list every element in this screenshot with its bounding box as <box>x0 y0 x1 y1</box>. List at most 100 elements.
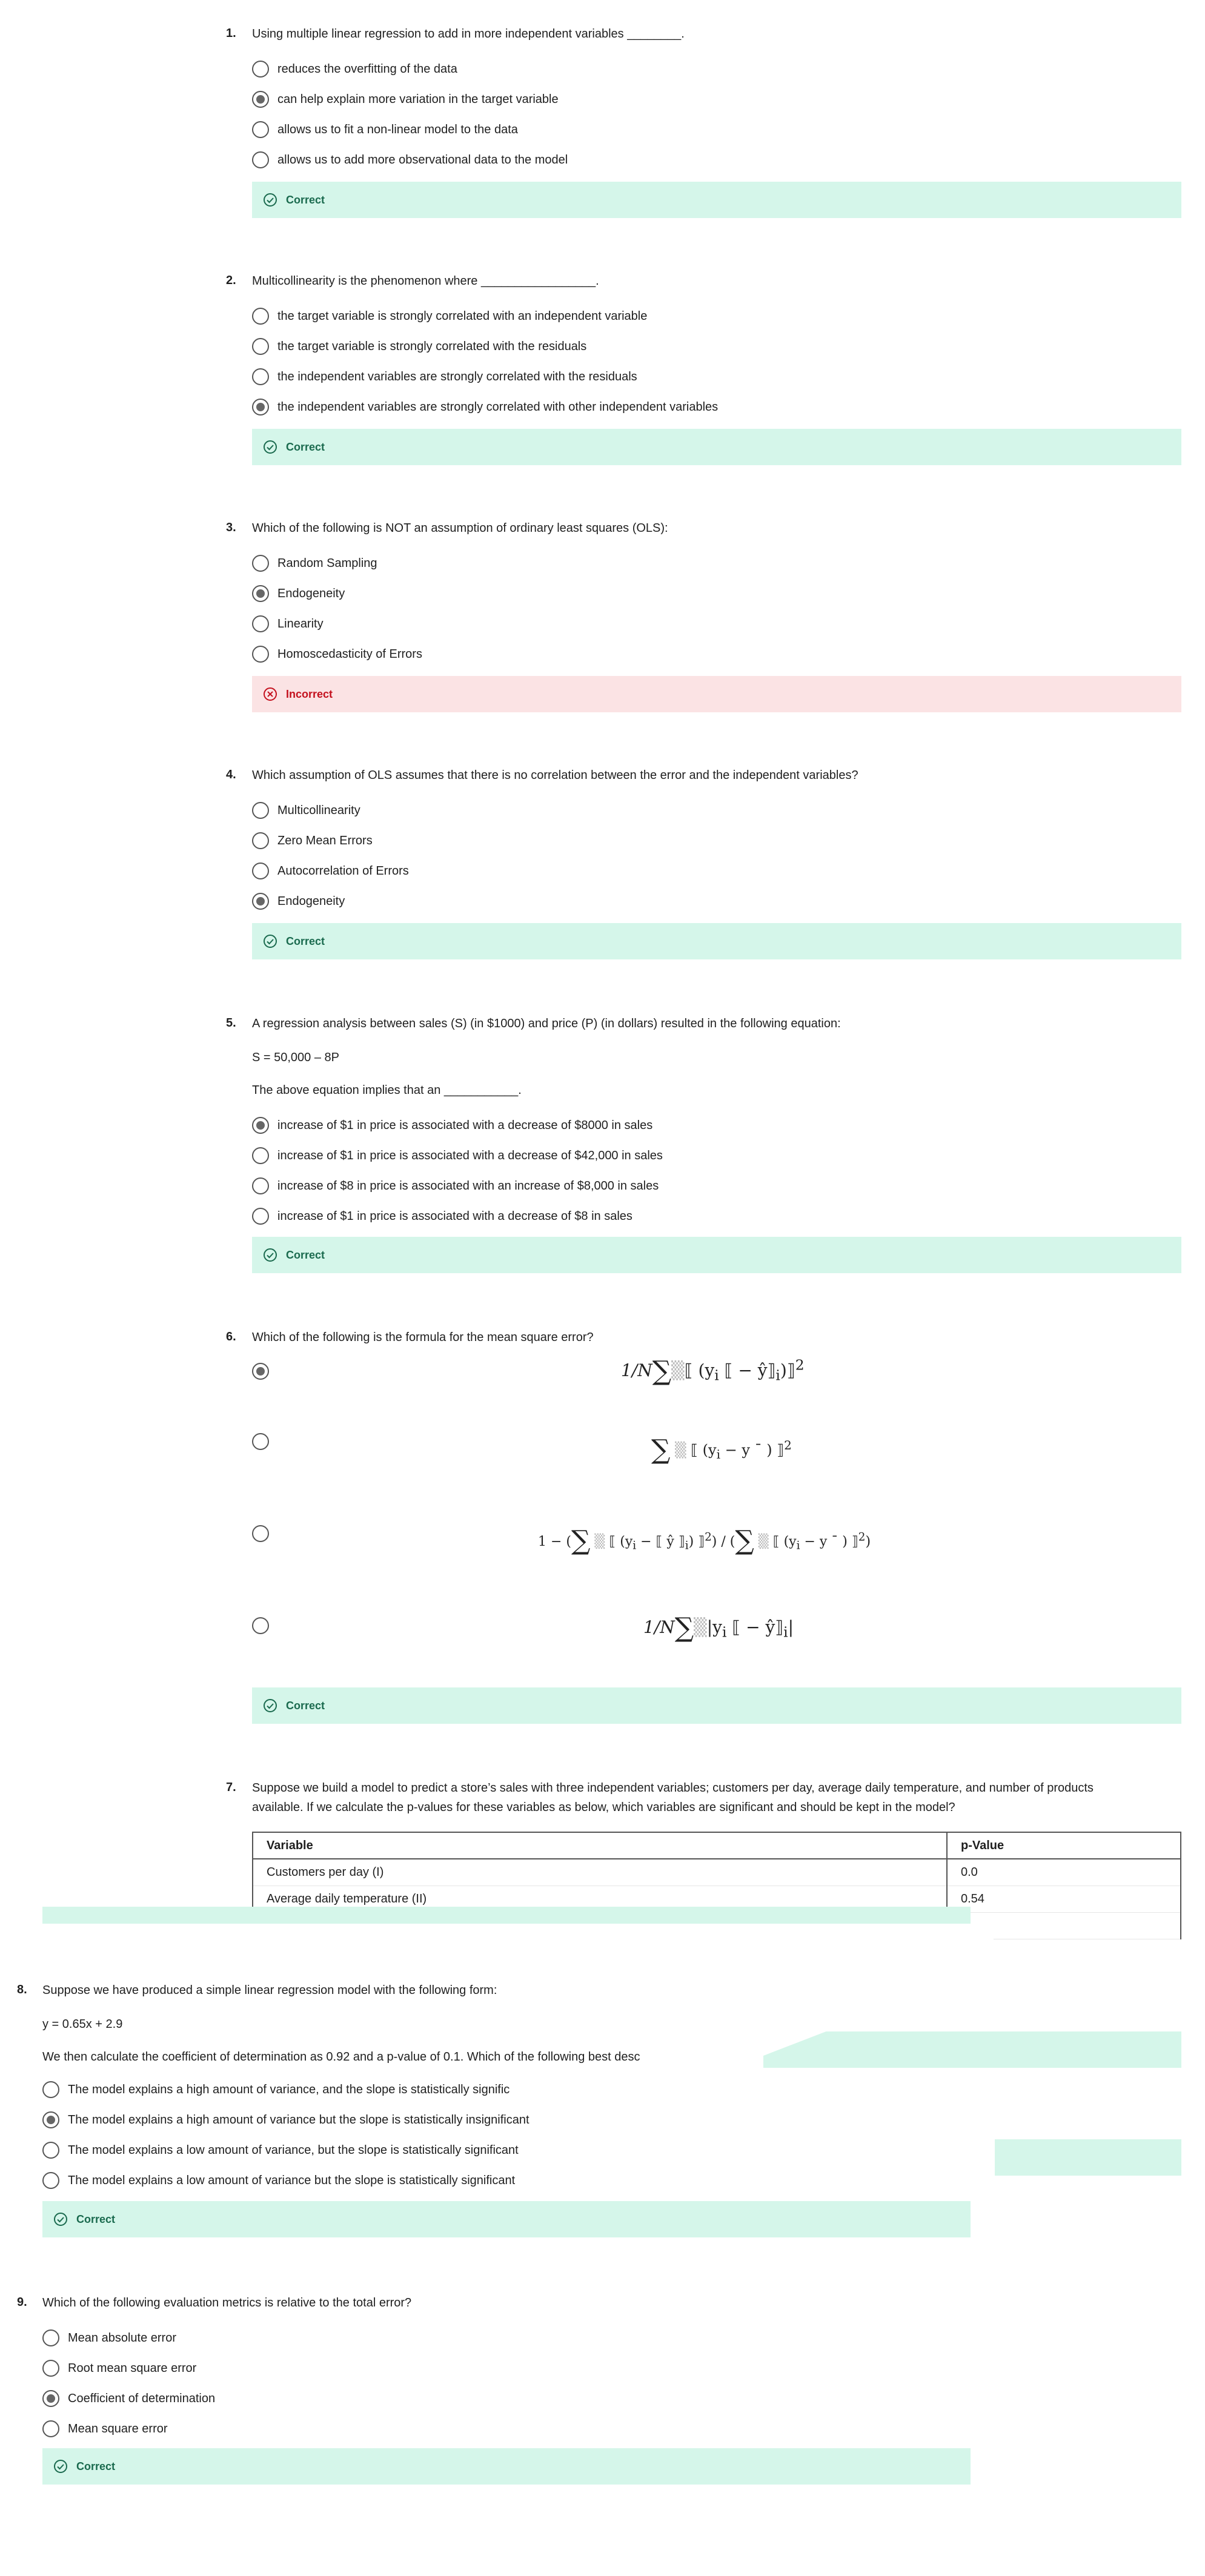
radio-button[interactable] <box>252 615 269 632</box>
radio-button[interactable] <box>42 2360 59 2377</box>
q1-option-3[interactable]: allows us to fit a non-linear model to t… <box>252 120 518 139</box>
radio-button[interactable] <box>252 646 269 663</box>
q5-option-4[interactable]: increase of $1 in price is associated wi… <box>252 1207 632 1226</box>
q9-option-2[interactable]: Root mean square error <box>42 2359 196 2378</box>
feedback-label: Incorrect <box>286 687 333 700</box>
question-4-number: 4. <box>226 768 236 781</box>
feedback-label: Correct <box>76 2213 116 2225</box>
radio-button-selected[interactable] <box>252 399 269 416</box>
q9-option-4[interactable]: Mean square error <box>42 2419 168 2439</box>
x-circle-icon <box>264 687 277 701</box>
q3-feedback-incorrect: Incorrect <box>252 676 1181 712</box>
radio-button-selected[interactable] <box>252 585 269 602</box>
radio-button[interactable] <box>252 802 269 819</box>
radio-button[interactable] <box>42 2142 59 2159</box>
q8-option-4[interactable]: The model explains a low amount of varia… <box>42 2171 515 2190</box>
feedback-label: Correct <box>286 1699 325 1712</box>
feedback-label: Correct <box>286 935 325 947</box>
q4-feedback-correct: Correct <box>252 923 1181 959</box>
q1-option-4[interactable]: allows us to add more observational data… <box>252 150 568 170</box>
radio-button[interactable] <box>252 308 269 325</box>
q6-option-4[interactable] <box>252 1616 277 1635</box>
radio-button[interactable] <box>252 338 269 355</box>
radio-button-selected[interactable] <box>252 1363 269 1380</box>
radio-button[interactable] <box>252 1208 269 1225</box>
question-9-number: 9. <box>17 2296 27 2309</box>
radio-button[interactable] <box>252 1525 269 1542</box>
radio-button[interactable] <box>252 1147 269 1164</box>
feedback-label: Correct <box>286 1248 325 1261</box>
radio-button-selected[interactable] <box>42 2390 59 2407</box>
column-header-p-value: p-Value <box>947 1832 1181 1859</box>
q8-option-1[interactable]: The model explains a high amount of vari… <box>42 2080 510 2099</box>
radio-button[interactable] <box>252 368 269 385</box>
formula-r-squared: 1 − (∑ ▒ ⟦ (yi − ⟦ ŷ ⟧i) ⟧2) / (∑ ▒ ⟦ (y… <box>538 1525 871 1556</box>
q3-option-1[interactable]: Random Sampling <box>252 554 377 573</box>
feedback-label: Correct <box>76 2460 116 2472</box>
q6-option-1[interactable] <box>252 1362 277 1381</box>
question-8-followup: We then calculate the coefficient of det… <box>42 2050 640 2064</box>
radio-button-selected[interactable] <box>252 91 269 108</box>
question-2-number: 2. <box>226 274 236 287</box>
q3-option-4[interactable]: Homoscedasticity of Errors <box>252 644 422 664</box>
question-8-equation: y = 0.65x + 2.9 <box>42 2018 123 2031</box>
formula-mae: 1/N∑▒|yi ⟦ − ŷ⟧i| <box>643 1612 794 1643</box>
check-circle-icon <box>264 1248 277 1262</box>
question-5-followup: The above equation implies that an _____… <box>252 1084 522 1097</box>
q4-option-1[interactable]: Multicollinearity <box>252 801 360 820</box>
q3-option-3[interactable]: Linearity <box>252 614 324 634</box>
table-row: Customers per day (I) 0.0 <box>252 1859 1181 1886</box>
q5-option-1[interactable]: increase of $1 in price is associated wi… <box>252 1116 652 1135</box>
q5-feedback-correct: Correct <box>252 1237 1181 1273</box>
q3-option-2[interactable]: Endogeneity <box>252 584 345 603</box>
radio-button[interactable] <box>252 555 269 572</box>
q8-option-3[interactable]: The model explains a low amount of varia… <box>42 2141 519 2160</box>
q6-feedback-correct: Correct <box>252 1687 1181 1724</box>
question-6-number: 6. <box>226 1330 236 1343</box>
q1-option-1[interactable]: reduces the overfitting of the data <box>252 59 457 79</box>
table-cell: Customers per day (I) <box>252 1859 948 1886</box>
radio-button[interactable] <box>252 121 269 138</box>
radio-button[interactable] <box>42 2420 59 2437</box>
radio-button[interactable] <box>252 1177 269 1194</box>
radio-button[interactable] <box>42 2081 59 2098</box>
question-1-number: 1. <box>226 27 236 40</box>
radio-button-selected[interactable] <box>252 893 269 910</box>
q6-option-2[interactable] <box>252 1432 277 1451</box>
q2-option-1[interactable]: the target variable is strongly correlat… <box>252 306 647 326</box>
feedback-label: Correct <box>286 193 325 206</box>
question-5-equation: S = 50,000 – 8P <box>252 1051 340 1064</box>
radio-button-selected[interactable] <box>252 1117 269 1134</box>
radio-button[interactable] <box>252 863 269 879</box>
question-5-number: 5. <box>226 1016 236 1030</box>
q8-option-2[interactable]: The model explains a high amount of vari… <box>42 2110 529 2130</box>
question-2-text: Multicollinearity is the phenomenon wher… <box>252 274 599 288</box>
q4-option-4[interactable]: Endogeneity <box>252 892 345 911</box>
render-glitch-band <box>42 1907 971 1924</box>
table-header-row: Variable p-Value <box>252 1832 1181 1859</box>
question-3-text: Which of the following is NOT an assumpt… <box>252 521 668 535</box>
radio-button[interactable] <box>252 1433 269 1450</box>
q6-option-3[interactable] <box>252 1524 277 1543</box>
q9-option-1[interactable]: Mean absolute error <box>42 2328 176 2348</box>
check-circle-icon <box>54 2460 67 2473</box>
radio-button[interactable] <box>42 2172 59 2189</box>
q9-option-3[interactable]: Coefficient of determination <box>42 2389 215 2408</box>
q2-option-4[interactable]: the independent variables are strongly c… <box>252 397 718 417</box>
question-8-text: Suppose we have produced a simple linear… <box>42 1984 497 1997</box>
radio-button[interactable] <box>252 832 269 849</box>
q5-option-3[interactable]: increase of $8 in price is associated wi… <box>252 1176 659 1196</box>
q2-option-2[interactable]: the target variable is strongly correlat… <box>252 337 586 356</box>
q1-option-2[interactable]: can help explain more variation in the t… <box>252 90 559 109</box>
q4-option-2[interactable]: Zero Mean Errors <box>252 831 373 850</box>
q4-option-3[interactable]: Autocorrelation of Errors <box>252 861 409 881</box>
q5-option-2[interactable]: increase of $1 in price is associated wi… <box>252 1146 663 1165</box>
radio-button[interactable] <box>252 61 269 78</box>
check-circle-icon <box>264 193 277 207</box>
radio-button[interactable] <box>42 2329 59 2346</box>
radio-button[interactable] <box>252 151 269 168</box>
radio-button[interactable] <box>252 1617 269 1634</box>
radio-button-selected[interactable] <box>42 2111 59 2128</box>
formula-sst: ∑ ▒ ⟦ (yi − y ¯ ) ⟧2 <box>651 1434 792 1465</box>
q2-option-3[interactable]: the independent variables are strongly c… <box>252 367 637 386</box>
